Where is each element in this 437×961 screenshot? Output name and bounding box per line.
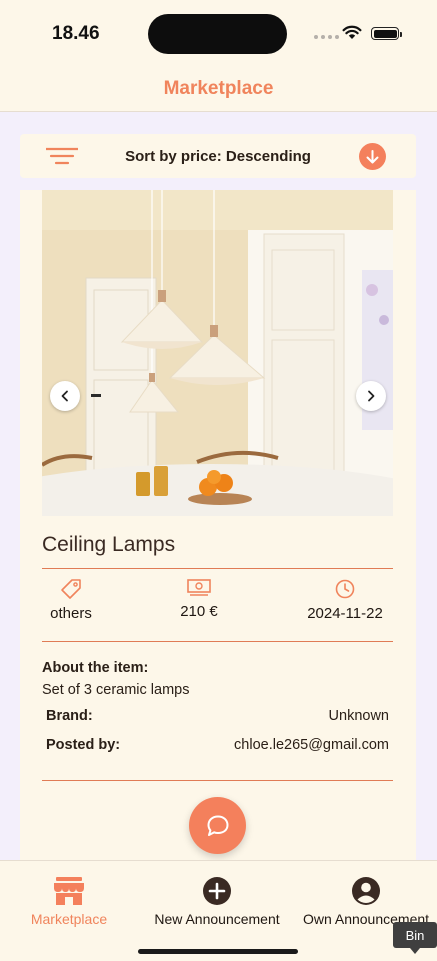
tab-new-announcement[interactable]: New Announcement (147, 876, 287, 927)
tab-own-announcement[interactable]: Own Announcement (298, 876, 434, 927)
battery-icon (371, 27, 402, 40)
sort-direction-button[interactable] (359, 143, 386, 170)
carousel-prev-button[interactable] (50, 381, 80, 411)
item-price-text: 210 € (180, 603, 218, 620)
app-header: Marketplace (0, 66, 437, 112)
item-category-text: others (50, 605, 92, 622)
bin-tooltip: Bin (393, 922, 437, 954)
sort-bar: Sort by price: Descending (20, 134, 416, 178)
store-icon (54, 877, 84, 905)
divider (42, 568, 393, 569)
home-indicator (138, 949, 298, 954)
status-time: 18.46 (52, 23, 100, 44)
about-label: About the item: (42, 660, 149, 676)
status-bar: 18.46 (0, 0, 437, 66)
divider (42, 780, 393, 781)
divider (42, 641, 393, 642)
item-date: 2024-11-22 (285, 578, 405, 622)
chevron-right-icon (368, 390, 375, 402)
chat-bubble-icon (207, 815, 228, 836)
brand-value: Unknown (328, 708, 389, 724)
wifi-icon (342, 25, 362, 39)
chevron-left-icon (61, 390, 68, 402)
item-card: Ceiling Lamps others 210 € 2024-11-22 Ab… (20, 190, 416, 870)
carousel-next-button[interactable] (356, 381, 386, 411)
posted-by-value: chloe.le265@gmail.com (234, 737, 389, 753)
arrow-down-icon (366, 149, 379, 163)
item-photo (42, 190, 393, 516)
plus-circle-icon (203, 877, 231, 905)
tag-icon (61, 579, 81, 599)
chat-button[interactable] (189, 797, 246, 854)
item-title: Ceiling Lamps (42, 533, 176, 556)
account-circle-icon (352, 877, 380, 905)
page-title: Marketplace (163, 77, 274, 99)
item-price: 210 € (139, 578, 259, 620)
tab-label: Marketplace (30, 911, 108, 927)
brand-label: Brand: (46, 708, 93, 724)
item-description: Set of 3 ceramic lamps (42, 682, 190, 698)
tab-label: New Announcement (154, 911, 280, 927)
sort-label: Sort by price: Descending (125, 148, 311, 165)
tab-marketplace[interactable]: Marketplace (19, 876, 119, 927)
posted-by-label: Posted by: (46, 737, 121, 753)
bottom-tab-bar: Marketplace New Announcement Own Announc… (0, 860, 437, 961)
cash-icon (187, 579, 211, 596)
dynamic-island (148, 14, 287, 54)
item-date-text: 2024-11-22 (307, 605, 383, 622)
cellular-signal-icon (314, 35, 339, 39)
clock-icon (335, 579, 355, 599)
item-category: others (11, 578, 131, 622)
